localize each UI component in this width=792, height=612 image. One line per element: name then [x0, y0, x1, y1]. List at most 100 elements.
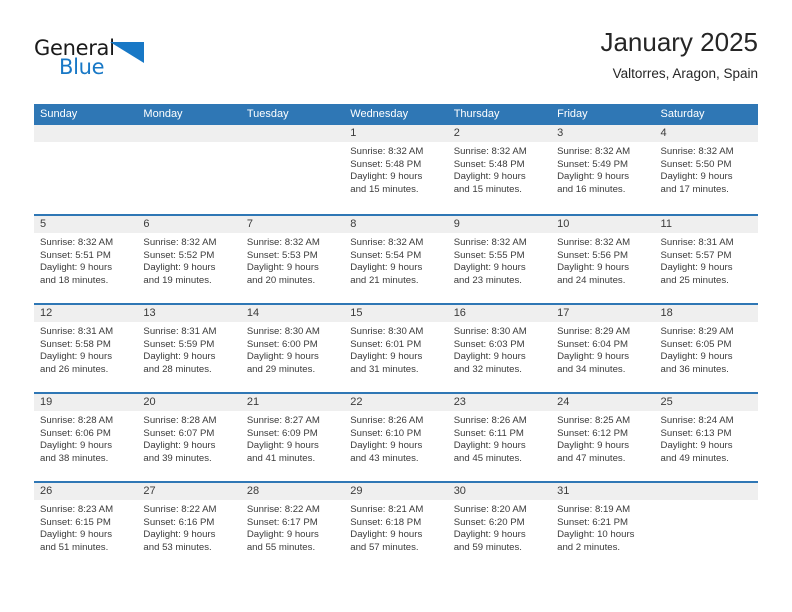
calendar-day-cell[interactable]: 1 Sunrise: 8:32 AM Sunset: 5:48 PM Daylight… [344, 125, 448, 214]
day-detail-line: Sunset: 6:11 PM [453, 427, 524, 439]
day-detail-line: and 15 minutes. [350, 183, 419, 195]
weekday-header-sunday: Sunday [40, 108, 78, 120]
day-details: Sunrise: 8:32 AM Sunset: 5:48 PM Daylight:… [344, 142, 447, 196]
day-detail-line: Sunset: 5:59 PM [143, 338, 215, 350]
generalblue-logo[interactable]: General Blue [34, 36, 154, 84]
day-detail-line: Sunrise: 8:23 AM [40, 504, 114, 515]
day-detail-line: Daylight: 9 hours [246, 351, 319, 363]
day-detail-line: Daylight: 9 hours [453, 529, 526, 541]
day-detail-line: Sunset: 6:16 PM [143, 516, 215, 528]
calendar-week-row: 1 Sunrise: 8:32 AM Sunset: 5:48 PM Daylight… [34, 125, 758, 214]
calendar-day-cell[interactable]: 2 Sunrise: 8:32 AM Sunset: 5:48 PM Daylight… [447, 125, 552, 214]
day-detail-line: Daylight: 9 hours [143, 440, 216, 452]
day-detail-line: and 59 minutes. [453, 541, 522, 553]
day-detail-line: and 23 minutes. [453, 274, 522, 286]
day-detail-line: and 45 minutes. [453, 452, 522, 464]
day-detail-line: Daylight: 9 hours [40, 440, 112, 452]
day-detail-line: and 51 minutes. [40, 541, 109, 553]
calendar-day-cell[interactable]: 13 Sunrise: 8:31 AM Sunset: 5:59 PM Dayligh… [137, 305, 241, 392]
calendar-grid: Sunday Monday Tuesday Wednesday Thursday Frid… [34, 104, 758, 570]
day-details: Sunrise: 8:26 AM Sunset: 6:10 PM Daylight:… [344, 411, 447, 465]
day-detail-line: Sunrise: 8:28 AM [143, 415, 217, 426]
page-header: General Blue January 2025 Valtorres, Ara… [34, 26, 758, 98]
calendar-day-cell[interactable]: 18 Sunrise: 8:29 AM Sunset: 6:05 PM Dayligh… [654, 305, 758, 392]
day-details [137, 142, 240, 146]
calendar-day-cell[interactable]: 14 Sunrise: 8:30 AM Sunset: 6:00 PM Dayligh… [240, 305, 345, 392]
calendar-day-cell[interactable]: 11 Sunrise: 8:31 AM Sunset: 5:57 PM Dayligh… [654, 216, 758, 303]
day-detail-line: Sunrise: 8:29 AM [557, 326, 631, 337]
day-detail-line: Daylight: 9 hours [557, 171, 630, 183]
calendar-day-cell[interactable]: 23 Sunrise: 8:26 AM Sunset: 6:11 PM Dayligh… [447, 394, 552, 481]
calendar-day-cell[interactable]: 16 Sunrise: 8:30 AM Sunset: 6:03 PM Dayligh… [447, 305, 552, 392]
calendar-day-cell[interactable]: 26 Sunrise: 8:23 AM Sunset: 6:15 PM Dayligh… [34, 483, 138, 570]
day-detail-line: and 26 minutes. [40, 363, 109, 375]
day-number: 30 [447, 483, 552, 500]
day-detail-line: and 47 minutes. [557, 452, 626, 464]
day-detail-line: and 43 minutes. [350, 452, 419, 464]
day-detail-line: Daylight: 9 hours [660, 171, 733, 183]
calendar-day-cell[interactable]: 10 Sunrise: 8:32 AM Sunset: 5:56 PM Dayligh… [551, 216, 655, 303]
day-details: Sunrise: 8:26 AM Sunset: 6:11 PM Daylight:… [448, 411, 551, 465]
day-detail-line: Daylight: 9 hours [40, 262, 112, 274]
day-detail-line: Sunrise: 8:32 AM [453, 146, 527, 157]
day-number: 1 [344, 125, 448, 142]
calendar-day-cell[interactable]: 12 Sunrise: 8:31 AM Sunset: 5:58 PM Dayligh… [34, 305, 138, 392]
day-detail-line: and 36 minutes. [660, 363, 729, 375]
calendar-day-cell[interactable]: 9 Sunrise: 8:32 AM Sunset: 5:55 PM Daylight… [447, 216, 552, 303]
day-details: Sunrise: 8:29 AM Sunset: 6:05 PM Daylight:… [655, 322, 758, 376]
day-number: 26 [34, 483, 138, 500]
day-detail-line: and 57 minutes. [350, 541, 419, 553]
day-detail-line: Sunset: 6:06 PM [40, 427, 111, 439]
calendar-day-cell[interactable]: 6 Sunrise: 8:32 AM Sunset: 5:52 PM Daylight… [137, 216, 241, 303]
day-detail-line: Sunset: 6:07 PM [143, 427, 215, 439]
day-details [655, 500, 758, 504]
calendar-day-cell[interactable]: 3 Sunrise: 8:32 AM Sunset: 5:49 PM Daylight… [551, 125, 655, 214]
day-detail-line: Sunrise: 8:28 AM [40, 415, 114, 426]
day-details: Sunrise: 8:27 AM Sunset: 6:09 PM Daylight:… [241, 411, 344, 465]
day-number: 14 [240, 305, 345, 322]
calendar-page: General Blue January 2025 Valtorres, Ara… [0, 0, 792, 612]
calendar-day-cell[interactable]: 30 Sunrise: 8:20 AM Sunset: 6:20 PM Dayligh… [447, 483, 552, 570]
day-number: 3 [551, 125, 655, 142]
calendar-day-cell[interactable]: 22 Sunrise: 8:26 AM Sunset: 6:10 PM Dayligh… [344, 394, 448, 481]
calendar-day-cell[interactable]: 27 Sunrise: 8:22 AM Sunset: 6:16 PM Dayligh… [137, 483, 241, 570]
day-number: 16 [447, 305, 552, 322]
day-detail-line: and 16 minutes. [557, 183, 626, 195]
calendar-day-cell[interactable]: 20 Sunrise: 8:28 AM Sunset: 6:07 PM Dayligh… [137, 394, 241, 481]
calendar-day-cell[interactable]: 31 Sunrise: 8:19 AM Sunset: 6:21 PM Dayligh… [551, 483, 655, 570]
day-number: 23 [447, 394, 552, 411]
day-detail-line: Daylight: 9 hours [143, 262, 216, 274]
day-number: 28 [240, 483, 345, 500]
day-detail-line: and 39 minutes. [143, 452, 212, 464]
day-number: 17 [551, 305, 655, 322]
calendar-day-cell[interactable]: 7 Sunrise: 8:32 AM Sunset: 5:53 PM Daylight… [240, 216, 345, 303]
calendar-day-cell[interactable]: 8 Sunrise: 8:32 AM Sunset: 5:54 PM Daylight… [344, 216, 448, 303]
day-details [34, 142, 137, 146]
calendar-day-cell[interactable]: 17 Sunrise: 8:29 AM Sunset: 6:04 PM Dayligh… [551, 305, 655, 392]
page-title: January 2025 [600, 27, 758, 57]
day-detail-line: Daylight: 9 hours [453, 351, 526, 363]
day-detail-line: Daylight: 9 hours [350, 351, 423, 363]
calendar-day-cell[interactable]: 4 Sunrise: 8:32 AM Sunset: 5:50 PM Daylight… [654, 125, 758, 214]
calendar-day-cell[interactable]: 19 Sunrise: 8:28 AM Sunset: 6:06 PM Dayligh… [34, 394, 138, 481]
calendar-day-cell[interactable]: 24 Sunrise: 8:25 AM Sunset: 6:12 PM Dayligh… [551, 394, 655, 481]
calendar-day-cell[interactable]: 29 Sunrise: 8:21 AM Sunset: 6:18 PM Dayligh… [344, 483, 448, 570]
calendar-day-cell[interactable]: 28 Sunrise: 8:22 AM Sunset: 6:17 PM Dayligh… [240, 483, 345, 570]
calendar-day-cell[interactable]: 25 Sunrise: 8:24 AM Sunset: 6:13 PM Dayligh… [654, 394, 758, 481]
calendar-day-cell[interactable]: 21 Sunrise: 8:27 AM Sunset: 6:09 PM Dayligh… [240, 394, 345, 481]
day-detail-line: Sunrise: 8:21 AM [350, 504, 424, 515]
day-number: 22 [344, 394, 448, 411]
day-details: Sunrise: 8:28 AM Sunset: 6:07 PM Daylight:… [137, 411, 240, 465]
calendar-day-cell[interactable]: 15 Sunrise: 8:30 AM Sunset: 6:01 PM Dayligh… [344, 305, 448, 392]
day-number: 18 [654, 305, 758, 322]
day-detail-line: Daylight: 9 hours [350, 529, 423, 541]
day-detail-line: Sunrise: 8:20 AM [453, 504, 527, 515]
day-details: Sunrise: 8:23 AM Sunset: 6:15 PM Daylight:… [34, 500, 137, 554]
day-detail-line: and 49 minutes. [660, 452, 729, 464]
day-detail-line: Daylight: 10 hours [557, 529, 635, 541]
day-details: Sunrise: 8:29 AM Sunset: 6:04 PM Daylight:… [551, 322, 654, 376]
day-details: Sunrise: 8:32 AM Sunset: 5:54 PM Daylight:… [344, 233, 447, 287]
day-detail-line: Sunrise: 8:31 AM [40, 326, 114, 337]
calendar-day-cell[interactable]: 5 Sunrise: 8:32 AM Sunset: 5:51 PM Daylight… [34, 216, 138, 303]
day-detail-line: Sunset: 6:13 PM [660, 427, 732, 439]
